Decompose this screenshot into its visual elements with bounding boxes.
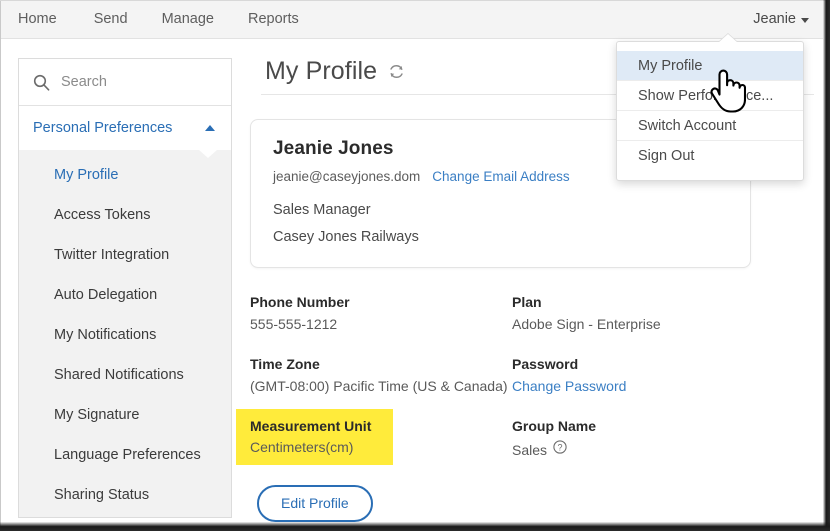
chevron-up-icon [205, 125, 215, 131]
detail-value-group-name: Sales [512, 442, 547, 458]
detail-phone-number: Phone Number 555-555-1212 [250, 294, 512, 332]
group-name-value-row: Sales ? [512, 440, 790, 459]
nav-item-home[interactable]: Home [18, 1, 77, 38]
sidebar-item-sharing-status[interactable]: Sharing Status [19, 475, 231, 515]
window-shadow-bottom [0, 522, 830, 531]
detail-label-plan: Plan [512, 294, 790, 310]
sidebar-item-my-signature[interactable]: My Signature [19, 395, 231, 435]
sidebar-item-auto-delegation[interactable]: Auto Delegation [19, 275, 231, 315]
profile-email: jeanie@caseyjones.dom [273, 169, 420, 184]
sidebar-item-language-preferences[interactable]: Language Preferences [19, 435, 231, 475]
user-menu-button[interactable]: Jeanie [753, 1, 809, 38]
dropdown-caret [718, 34, 738, 43]
profile-company: Casey Jones Railways [273, 229, 728, 245]
sidebar: Search Personal Preferences My Profile A… [18, 58, 232, 518]
nav-item-manage[interactable]: Manage [145, 1, 231, 38]
profile-job-title: Sales Manager [273, 202, 728, 218]
measurement-unit-highlight: Measurement Unit Centimeters(cm) [236, 409, 393, 465]
top-nav-items: Home Send Manage Reports [1, 1, 823, 38]
detail-label-group-name: Group Name [512, 418, 790, 434]
sidebar-nav-list: My Profile Access Tokens Twitter Integra… [19, 150, 231, 515]
detail-plan: Plan Adobe Sign - Enterprise [512, 294, 790, 332]
sidebar-item-twitter-integration[interactable]: Twitter Integration [19, 235, 231, 275]
window-border-top [0, 0, 830, 1]
sidebar-item-my-profile[interactable]: My Profile [19, 155, 231, 195]
detail-value-plan: Adobe Sign - Enterprise [512, 316, 790, 332]
edit-profile-button[interactable]: Edit Profile [257, 485, 373, 522]
detail-label-password: Password [512, 356, 790, 372]
change-email-address-link[interactable]: Change Email Address [432, 169, 569, 184]
chevron-down-icon [801, 18, 809, 23]
nav-item-send[interactable]: Send [77, 1, 145, 38]
menu-item-show-performance[interactable]: Show Performance... [617, 81, 803, 111]
user-dropdown-menu: My Profile Show Performance... Switch Ac… [616, 41, 804, 181]
search-placeholder: Search [61, 74, 107, 90]
sidebar-section-label: Personal Preferences [33, 120, 172, 136]
page-title: My Profile [265, 57, 377, 86]
window-shadow-right [823, 0, 830, 531]
profile-details-grid: Phone Number 555-555-1212 Plan Adobe Sig… [250, 294, 790, 483]
detail-time-zone: Time Zone (GMT-08:00) Pacific Time (US &… [250, 356, 512, 394]
window-border-left [0, 0, 1, 531]
sidebar-section-personal-preferences[interactable]: Personal Preferences [19, 106, 231, 150]
sidebar-item-shared-notifications[interactable]: Shared Notifications [19, 355, 231, 395]
detail-value-time-zone: (GMT-08:00) Pacific Time (US & Canada) [250, 378, 512, 394]
sidebar-item-my-notifications[interactable]: My Notifications [19, 315, 231, 355]
detail-password: Password Change Password [512, 356, 790, 394]
detail-label-measurement-unit: Measurement Unit [250, 418, 371, 434]
detail-group-name: Group Name Sales ? [512, 418, 790, 459]
app-window: Home Send Manage Reports Jeanie Search P… [0, 0, 830, 531]
section-pointer-caret [199, 150, 217, 158]
help-circle-icon[interactable]: ? [553, 440, 567, 459]
sidebar-item-access-tokens[interactable]: Access Tokens [19, 195, 231, 235]
top-navigation-bar: Home Send Manage Reports Jeanie [1, 1, 823, 39]
menu-item-switch-account[interactable]: Switch Account [617, 111, 803, 141]
menu-item-sign-out[interactable]: Sign Out [617, 141, 803, 171]
svg-text:?: ? [558, 442, 563, 452]
search-icon [33, 74, 50, 91]
detail-value-measurement-unit: Centimeters(cm) [250, 439, 371, 455]
refresh-icon[interactable] [388, 63, 405, 85]
menu-item-my-profile[interactable]: My Profile [617, 51, 803, 81]
nav-item-reports[interactable]: Reports [231, 1, 316, 38]
detail-label-phone-number: Phone Number [250, 294, 512, 310]
search-input[interactable]: Search [19, 59, 231, 106]
user-menu-label: Jeanie [753, 1, 796, 38]
detail-label-time-zone: Time Zone [250, 356, 512, 372]
detail-value-phone-number: 555-555-1212 [250, 316, 512, 332]
detail-measurement-unit: Measurement Unit Centimeters(cm) [250, 418, 512, 459]
change-password-link[interactable]: Change Password [512, 378, 790, 394]
